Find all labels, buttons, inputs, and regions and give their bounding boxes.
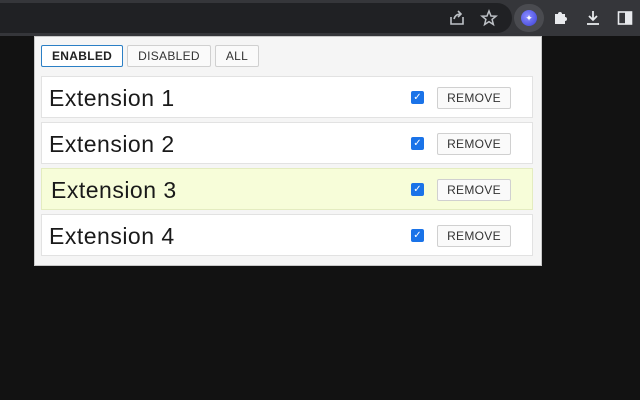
extension-manager-popup: ENABLED DISABLED ALL Extension 1 ✓ REMOV…: [34, 36, 542, 266]
list-item: Extension 3 ✓ REMOVE: [41, 168, 533, 210]
extension-name: Extension 1: [49, 85, 175, 111]
tab-enabled[interactable]: ENABLED: [41, 45, 124, 67]
remove-button[interactable]: REMOVE: [437, 225, 511, 247]
tab-disabled[interactable]: DISABLED: [127, 45, 211, 67]
list-item: Extension 1 ✓ REMOVE: [41, 76, 533, 118]
filter-tabs: ENABLED DISABLED ALL: [41, 45, 260, 67]
extension-list: Extension 1 ✓ REMOVE Extension 2 ✓ REMOV…: [41, 76, 533, 260]
list-item: Extension 4 ✓ REMOVE: [41, 214, 533, 256]
remove-button[interactable]: REMOVE: [437, 133, 511, 155]
remove-button[interactable]: REMOVE: [437, 87, 511, 109]
active-extension-icon[interactable]: ✦: [514, 4, 544, 32]
bookmark-star-icon[interactable]: [477, 6, 501, 30]
remove-button[interactable]: REMOVE: [437, 179, 511, 201]
share-icon[interactable]: [445, 6, 469, 30]
list-item: Extension 2 ✓ REMOVE: [41, 122, 533, 164]
browser-toolbar: ✦: [0, 0, 640, 36]
address-bar[interactable]: [0, 3, 512, 33]
extension-name: Extension 2: [49, 131, 175, 157]
enabled-checkbox[interactable]: ✓: [411, 91, 424, 104]
download-icon[interactable]: [581, 6, 605, 30]
enabled-checkbox[interactable]: ✓: [411, 137, 424, 150]
enabled-checkbox[interactable]: ✓: [411, 183, 424, 196]
extension-name: Extension 3: [51, 177, 177, 203]
side-panel-icon[interactable]: [613, 6, 637, 30]
extension-logo-icon: ✦: [521, 10, 537, 26]
enabled-checkbox[interactable]: ✓: [411, 229, 424, 242]
extensions-puzzle-icon[interactable]: [549, 6, 573, 30]
tab-all[interactable]: ALL: [214, 45, 260, 67]
extension-name: Extension 4: [49, 223, 175, 249]
